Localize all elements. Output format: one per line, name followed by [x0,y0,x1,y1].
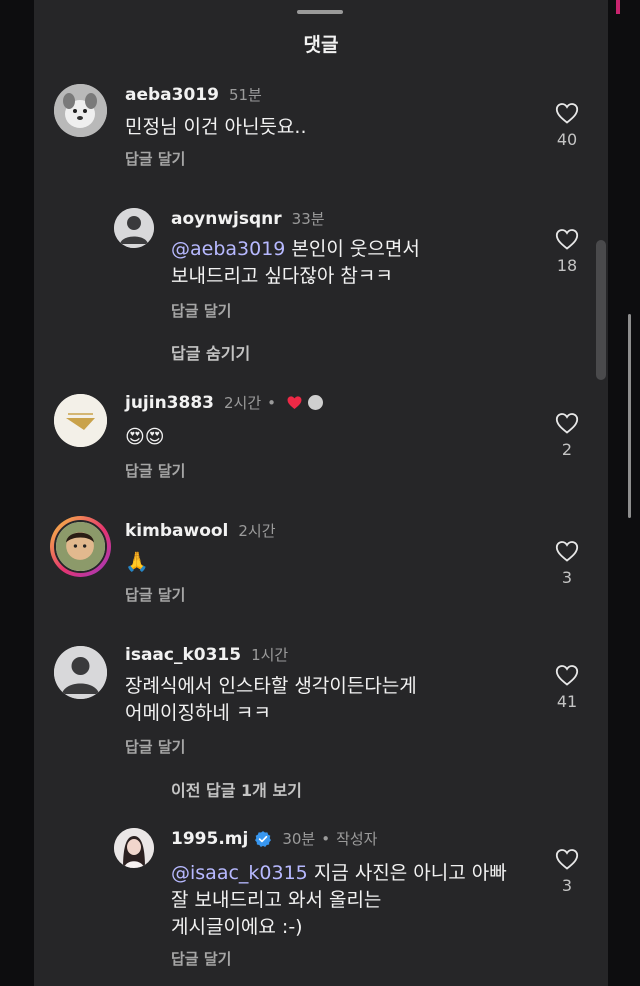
like-count: 2 [561,440,573,459]
right-edge [608,0,640,986]
comment-text: 지금 사진은 아니고 아빠 [307,862,507,884]
heart-outline-icon [555,229,579,250]
verified-badge-icon [255,830,272,847]
username[interactable]: aoynwjsqnr [171,209,282,229]
default-avatar-icon [54,646,107,699]
comment-text: 잘 보내드리고 와서 올리는 [171,889,382,911]
timestamp: 33분 [291,210,325,228]
comment-text-line: @aeba3019 본인이 웃으면서 [171,236,420,263]
like-button[interactable]: 3 [550,540,584,587]
avatar[interactable] [114,208,154,248]
reply-button[interactable]: 답글 달기 [125,584,185,605]
comment-text: 게시글이에요 :-) [171,916,303,938]
username[interactable]: jujin3883 [125,393,214,413]
timestamp: 2시간 [224,394,262,412]
timestamp: 1시간 [251,646,289,664]
reply-button[interactable]: 답글 달기 [125,460,185,481]
default-avatar-icon [114,208,154,248]
username[interactable]: isaac_k0315 [125,645,241,665]
like-button[interactable]: 18 [550,228,584,275]
avatar[interactable] [114,828,154,868]
comment-text: 🙏 [125,551,149,573]
reply-button[interactable]: 답글 달기 [125,736,185,757]
comment-text: 어메이징하네 ㅋㅋ [125,702,271,724]
separator-dot: • [321,829,331,848]
comment-text: 민정님 이건 아닌듯요.. [125,116,307,138]
like-count: 18 [556,256,578,275]
mention-link[interactable]: @isaac_k0315 [171,862,308,884]
red-heart-icon [287,396,302,409]
child-avatar-image [56,522,105,571]
reply-button[interactable]: 답글 달기 [171,948,231,969]
heart-outline-icon [555,665,579,686]
like-button[interactable]: 40 [550,102,584,149]
separator-dot: • [267,393,277,412]
dog-avatar-image [54,84,107,137]
reply-button[interactable]: 답글 달기 [125,148,185,169]
like-count: 41 [556,692,578,711]
like-count: 40 [556,130,578,149]
comments-sheet: 댓글 aeba3019 51분 민정님 이건 아닌듯요.. 답글 달기 40 a… [34,0,608,986]
left-edge [0,0,34,986]
like-button[interactable]: 3 [550,848,584,895]
heart-outline-icon [555,413,579,434]
like-count: 3 [561,876,573,895]
username[interactable]: aeba3019 [125,85,219,105]
timestamp: 30분 [282,830,316,848]
like-button[interactable]: 41 [550,664,584,711]
avatar[interactable] [54,646,107,699]
author-mini-avatar [308,395,324,410]
author-avatar-image [114,828,154,868]
heart-outline-icon [555,103,579,124]
username[interactable]: 1995.mj [171,829,248,849]
sheet-title: 댓글 [303,34,339,56]
comment-text: 보내드리고 싶다잖아 참ㅋㅋ [171,265,393,287]
comment-text: 본인이 웃으면서 [285,238,420,260]
like-button[interactable]: 2 [550,412,584,459]
page-scroll-thumb[interactable] [628,314,631,518]
heart-outline-icon [555,541,579,562]
avatar[interactable] [54,84,107,137]
avatar[interactable] [54,394,107,447]
reply-button[interactable]: 답글 달기 [171,300,231,321]
comment-text: 😍😍 [125,426,165,448]
like-count: 3 [561,568,573,587]
username[interactable]: kimbawool [125,521,228,541]
timestamp: 2시간 [238,522,276,540]
comment-text-line: @isaac_k0315 지금 사진은 아니고 아빠 [171,860,507,887]
mention-link[interactable]: @aeba3019 [171,238,285,260]
drag-handle[interactable] [297,10,343,14]
heart-outline-icon [555,849,579,870]
view-previous-replies-button[interactable]: 이전 답글 1개 보기 [171,777,302,801]
avatar[interactable] [54,520,107,573]
comment-text: 장례식에서 인스타할 생각이든다는게 [125,675,417,697]
pink-accent [616,0,620,14]
hide-replies-button[interactable]: 답글 숨기기 [171,340,250,364]
list-scrollbar[interactable] [596,240,606,380]
author-label: 작성자 [336,830,378,848]
brand-logo-avatar [54,394,107,447]
timestamp: 51분 [228,86,262,104]
